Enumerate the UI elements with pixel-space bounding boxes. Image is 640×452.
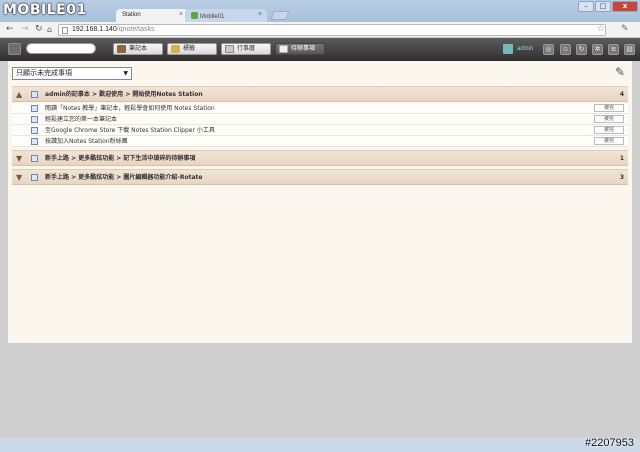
page-icon: [62, 27, 68, 34]
tab-station[interactable]: Station ×: [116, 9, 188, 23]
expand-icon[interactable]: ▼: [16, 154, 22, 163]
back-icon[interactable]: ←: [6, 24, 14, 35]
avatar: [503, 44, 513, 54]
tab-title: Mobile01: [200, 14, 225, 20]
task-text: 輕鬆建立您的第一本筆記本: [45, 116, 118, 123]
collapse-icon[interactable]: ▲: [16, 90, 22, 99]
app-toolbar: 筆記本 標籤 行事曆 待辦事項 admin ◎ ▫ ↻ ✲ ≡ ▤: [0, 38, 640, 61]
url-path: /qnote/tasks: [116, 26, 155, 33]
tag-label: 標籤: [183, 46, 196, 52]
group-checkbox[interactable]: [31, 174, 38, 181]
search-input[interactable]: [26, 43, 96, 54]
tab-title: Station: [122, 12, 141, 18]
tasks-panel: 只顯示未完成事項 ▼ ✎ ▲ admin的記事本 > 歡迎使用 > 開始使用No…: [8, 61, 632, 343]
tag-icon: [171, 45, 180, 53]
group-path: admin的記事本 > 歡迎使用 > 開始使用Notes Station: [45, 91, 203, 98]
close-tab-icon[interactable]: ×: [258, 11, 262, 18]
list-icon[interactable]: ≡: [608, 44, 619, 55]
url-host: 192.168.1.140: [72, 26, 117, 33]
task-checkbox[interactable]: [31, 138, 38, 145]
wrench-icon[interactable]: ✎: [621, 24, 629, 35]
close-tab-icon[interactable]: ×: [179, 11, 183, 18]
task-row[interactable]: 按讚加入Notes Station粉絲團 被完: [12, 136, 628, 147]
notes-station-app: 筆記本 標籤 行事曆 待辦事項 admin ◎ ▫ ↻ ✲ ≡ ▤ 只顯示未完成…: [0, 38, 640, 438]
task-checkbox[interactable]: [31, 127, 38, 134]
group-count: 3: [619, 174, 624, 181]
address-bar: ← → ↻ ⌂ 192.168.1.140/qnote/tasks ☆ ✎: [0, 22, 640, 38]
task-text: 至Google Chrome Store 下載 Notes Station Cl…: [45, 127, 215, 134]
task-row[interactable]: 至Google Chrome Store 下載 Notes Station Cl…: [12, 125, 628, 136]
home-icon[interactable]: ⌂: [47, 24, 52, 35]
forward-icon[interactable]: →: [21, 24, 29, 35]
group-checkbox[interactable]: [31, 155, 38, 162]
globe-icon[interactable]: ◎: [543, 44, 554, 55]
task-group[interactable]: ▲ admin的記事本 > 歡迎使用 > 開始使用Notes Station 4: [12, 86, 628, 102]
group-count: 1: [619, 155, 624, 162]
star-icon[interactable]: ☆: [597, 24, 605, 35]
group-path: 新手上路 > 更多酷炫功能 > 圖片編輯器功能介紹-Rotate: [45, 174, 203, 181]
notebook-icon: [117, 45, 126, 53]
notebook-label: 筆記本: [129, 46, 148, 52]
todo-label: 待辦事項: [291, 46, 316, 52]
calendar-icon: [225, 45, 234, 53]
task-filter-select[interactable]: 只顯示未完成事項 ▼: [12, 67, 132, 80]
edit-icon[interactable]: ✎: [615, 66, 628, 79]
group-path: 新手上路 > 更多酷炫功能 > 記下生活中瑣碎的待辦事項: [45, 155, 196, 162]
group-count: 4: [619, 91, 624, 98]
menu-icon[interactable]: ▤: [624, 44, 635, 55]
task-text: 閱讀「Notes 教學」筆記本，輕鬆學會如何使用 Notes Station: [45, 105, 215, 112]
expand-icon[interactable]: ▼: [16, 173, 22, 182]
done-button[interactable]: 被完: [594, 137, 624, 145]
todo-button[interactable]: 待辦事項: [275, 43, 325, 55]
browser-titlebar: MOBILE01 Station × Mobile01 × – □ x: [0, 0, 640, 23]
task-checkbox[interactable]: [31, 116, 38, 123]
task-text: 按讚加入Notes Station粉絲團: [45, 138, 128, 145]
group-checkbox[interactable]: [31, 91, 38, 98]
calendar-button[interactable]: 行事曆: [221, 43, 271, 55]
task-checkbox[interactable]: [31, 105, 38, 112]
favicon-icon: [191, 12, 198, 19]
sidebar-toggle-icon[interactable]: [8, 43, 21, 55]
window-controls: – □ x: [578, 1, 638, 12]
new-tab-button[interactable]: [270, 11, 290, 20]
url-input[interactable]: 192.168.1.140/qnote/tasks: [58, 24, 606, 36]
calendar-label: 行事曆: [237, 46, 256, 52]
gear-icon[interactable]: ✲: [592, 44, 603, 55]
minimize-button[interactable]: –: [578, 1, 594, 12]
tag-button[interactable]: 標籤: [167, 43, 217, 55]
task-group[interactable]: ▼ 新手上路 > 更多酷炫功能 > 記下生活中瑣碎的待辦事項 1: [12, 150, 628, 166]
watermark-logo: MOBILE01: [3, 2, 87, 18]
done-button[interactable]: 被完: [594, 115, 624, 123]
task-row[interactable]: 輕鬆建立您的第一本筆記本 被完: [12, 114, 628, 125]
task-group[interactable]: ▼ 新手上路 > 更多酷炫功能 > 圖片編輯器功能介紹-Rotate 3: [12, 169, 628, 185]
checkbox-icon: [279, 45, 288, 53]
reload-icon[interactable]: ↻: [35, 24, 43, 35]
maximize-button[interactable]: □: [595, 1, 611, 12]
username: admin: [517, 46, 534, 52]
done-button[interactable]: 被完: [594, 104, 624, 112]
filter-value: 只顯示未完成事項: [16, 69, 72, 77]
close-window-button[interactable]: x: [612, 1, 638, 12]
task-row[interactable]: 閱讀「Notes 教學」筆記本，輕鬆學會如何使用 Notes Station 被…: [12, 103, 628, 114]
refresh-icon[interactable]: ↻: [576, 44, 587, 55]
window-icon[interactable]: ▫: [560, 44, 571, 55]
watermark-id: #2207953: [585, 437, 634, 449]
done-button[interactable]: 被完: [594, 126, 624, 134]
chevron-down-icon: ▼: [123, 70, 128, 77]
user-menu[interactable]: admin: [503, 43, 533, 55]
notebook-button[interactable]: 筆記本: [113, 43, 163, 55]
tab-mobile01[interactable]: Mobile01 ×: [185, 9, 267, 23]
